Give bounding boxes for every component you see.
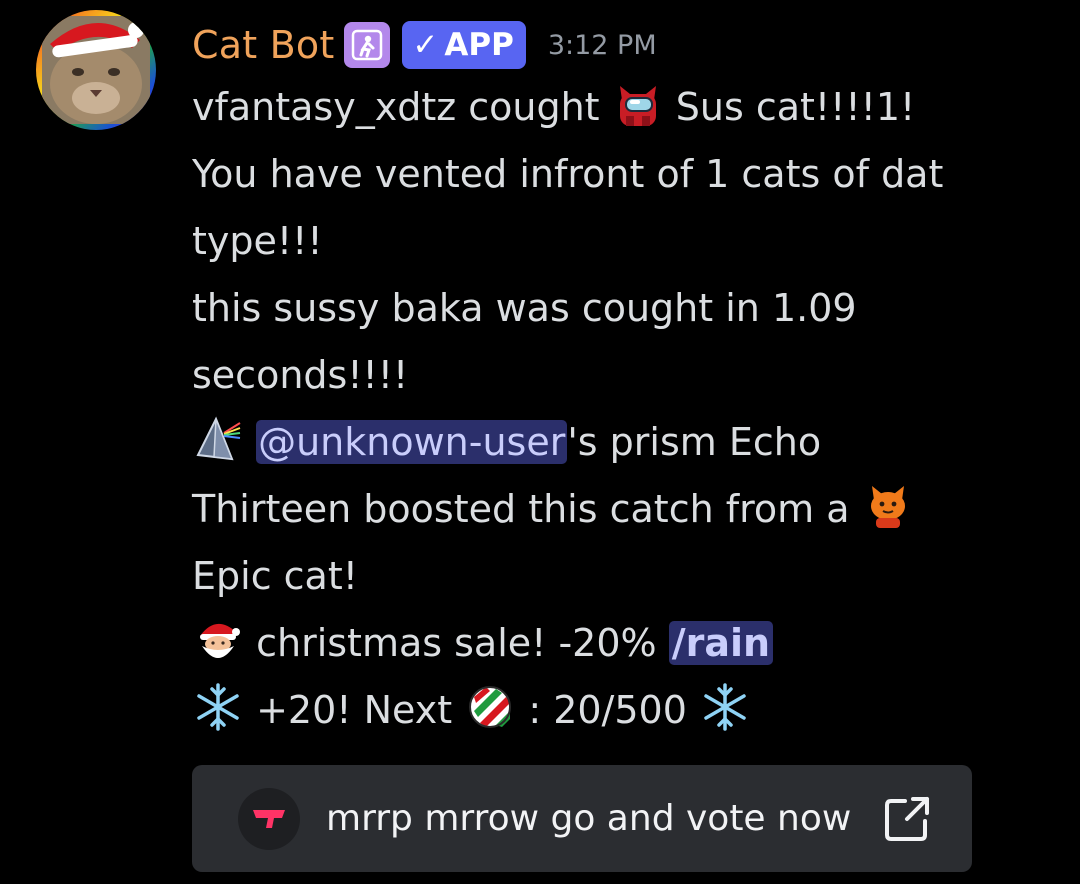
sale-text: christmas sale! -20%: [256, 621, 657, 665]
rain-command-link[interactable]: /rain: [668, 621, 774, 665]
message-line-7: Thirteen boosted this catch from a: [192, 476, 1052, 543]
progress-text: +20! Next: [256, 688, 453, 732]
catch-text: vfantasy_xdtz cought: [192, 85, 600, 129]
message-line-9: christmas sale! -20% /rain: [192, 610, 1052, 677]
app-badge-label: APP: [444, 27, 514, 63]
boost-text: Thirteen boosted this catch from a: [192, 487, 850, 531]
candy-cane-cat-emoji-icon: [464, 681, 516, 733]
message-line-8: Epic cat!: [192, 554, 358, 598]
snowflake-icon: [699, 681, 751, 733]
message-content: vfantasy_xdtz cought Sus cat!!!!1! You h…: [192, 74, 1052, 744]
santa-emoji-icon: [192, 614, 244, 666]
message-line-6: @unknown-user's prism Echo: [192, 409, 1052, 476]
sus-cat-emoji-icon: [612, 78, 664, 130]
app-badge: ✓ APP: [402, 21, 526, 69]
username[interactable]: Cat Bot: [192, 23, 334, 67]
external-link-icon: [881, 793, 933, 845]
message-line-1: vfantasy_xdtz cought Sus cat!!!!1!: [192, 74, 1052, 141]
prism-emoji-icon: [192, 413, 244, 465]
message-line-5: seconds!!!!: [192, 353, 409, 397]
kneeling-person-icon[interactable]: [344, 22, 391, 68]
check-icon: ✓: [412, 27, 439, 63]
cat-type: Sus cat!!!!1!: [675, 85, 916, 129]
message-line-10: +20! Next : 20/500: [192, 677, 1052, 744]
timestamp[interactable]: 3:12 PM: [548, 30, 657, 61]
message-line-4: this sussy baka was cought in 1.09: [192, 286, 857, 330]
user-mention[interactable]: @unknown-user: [256, 420, 568, 464]
snowflake-icon: [192, 681, 244, 733]
vote-button-label: mrrp mrrow go and vote now: [326, 798, 852, 839]
vote-link-button[interactable]: mrrp mrrow go and vote now: [192, 765, 972, 872]
message-header: Cat Bot ✓ APP 3:12 PM: [192, 14, 657, 76]
message-line-2: You have vented infront of 1 cats of dat: [192, 152, 944, 196]
message-line-3: type!!!: [192, 219, 323, 263]
cat-santa-avatar-icon: [36, 10, 156, 130]
avatar[interactable]: [36, 10, 156, 130]
prism-text: 's prism Echo: [567, 420, 822, 464]
epic-cat-emoji-icon: [862, 480, 914, 532]
progress-count: : 20/500: [528, 688, 687, 732]
top-gg-logo-icon: [238, 787, 300, 850]
chat-message: Cat Bot ✓ APP 3:12 PM vfantasy_xdtz coug…: [0, 0, 1080, 884]
